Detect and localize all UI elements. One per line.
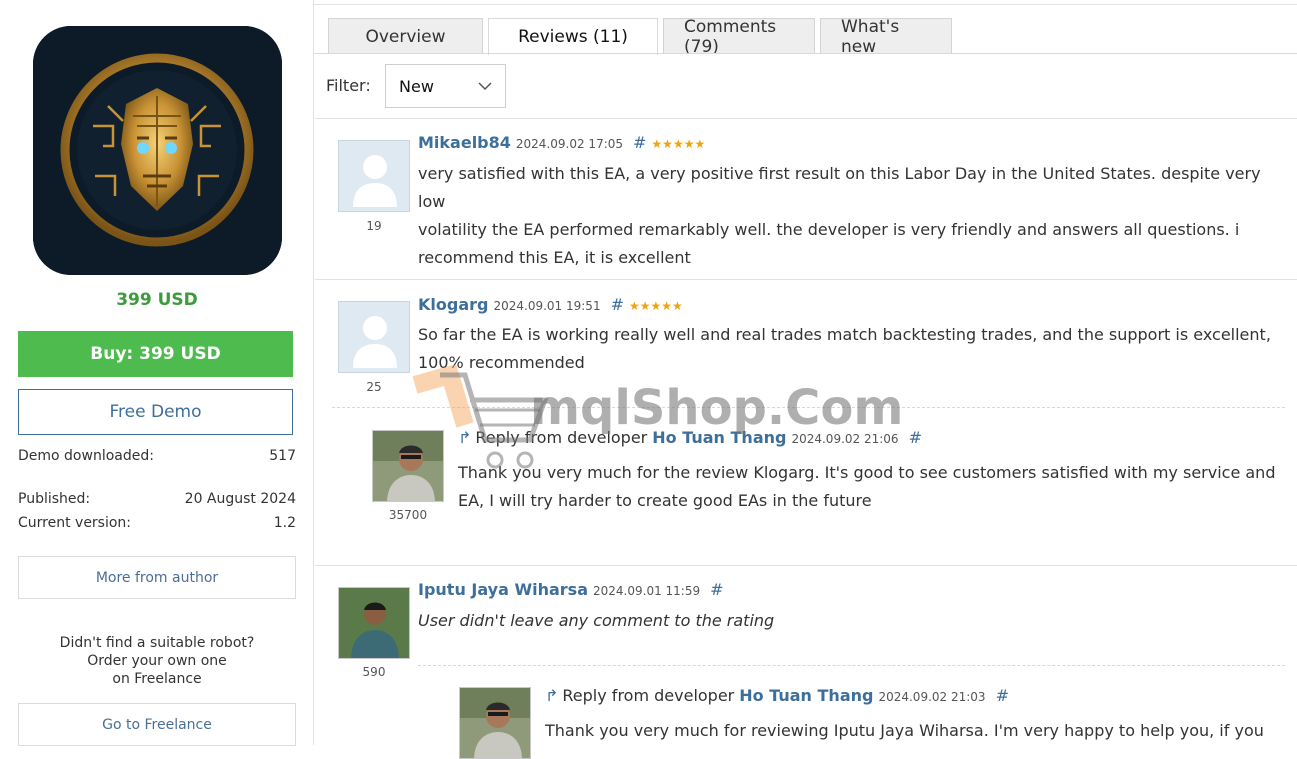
info-label: Published: xyxy=(18,491,91,507)
review-header: Mikaelb84 2024.09.02 17:05 # ★★★★★ xyxy=(418,133,705,152)
review-divider xyxy=(315,279,1297,280)
rating-stars: ★★★★★ xyxy=(628,299,683,313)
review-author[interactable]: Mikaelb84 xyxy=(418,133,511,152)
review-permalink[interactable]: # xyxy=(710,580,723,599)
product-sidebar: 399 USD Buy: 399 USD Free Demo Demo down… xyxy=(0,0,314,746)
review-divider xyxy=(315,565,1297,566)
review-header: Iputu Jaya Wiharsa 2024.09.01 11:59 # xyxy=(418,580,724,599)
reply-header: ↱ Reply from developer Ho Tuan Thang 202… xyxy=(458,428,922,447)
reply-text: Thank you very much for reviewing Iputu … xyxy=(545,717,1290,745)
developer-avatar[interactable] xyxy=(372,430,444,502)
tab-whats-new[interactable]: What's new xyxy=(820,17,952,57)
info-value: 1.2 xyxy=(273,515,296,531)
product-price: 399 USD xyxy=(116,290,198,310)
review-author[interactable]: Iputu Jaya Wiharsa xyxy=(418,580,588,599)
buy-button[interactable]: Buy: 399 USD xyxy=(18,331,293,377)
freelance-line: on Freelance xyxy=(112,671,202,687)
person-photo-icon xyxy=(460,688,530,758)
person-photo-icon xyxy=(339,588,409,658)
review-text: So far the EA is working really well and… xyxy=(418,321,1288,377)
tabs-underline xyxy=(314,53,1297,54)
reply-line: Thank you very much for the review Kloga… xyxy=(458,463,1276,482)
freelance-line: Order your own one xyxy=(87,653,227,669)
review-author[interactable]: Klogarg xyxy=(418,295,488,314)
reply-line: EA, I will try harder to create good EAs… xyxy=(458,491,872,510)
info-value: 20 August 2024 xyxy=(184,491,296,507)
developer-avatar[interactable] xyxy=(459,687,531,759)
review-permalink[interactable]: # xyxy=(611,295,624,314)
reply-date: 2024.09.02 21:03 xyxy=(878,690,986,704)
reply-divider xyxy=(418,665,1285,666)
developer-name[interactable]: Ho Tuan Thang xyxy=(652,428,786,447)
review-date: 2024.09.01 19:51 xyxy=(493,299,601,313)
demo-downloaded-row: Demo downloaded: 517 xyxy=(18,448,296,464)
review-header: Klogarg 2024.09.01 19:51 # ★★★★★ xyxy=(418,295,683,314)
current-version-row: Current version: 1.2 xyxy=(18,515,296,531)
user-silhouette-icon xyxy=(353,316,397,368)
freelance-line: Didn't find a suitable robot? xyxy=(59,635,255,651)
golden-robot-face-icon xyxy=(33,26,282,275)
published-row: Published: 20 August 2024 xyxy=(18,491,296,507)
tab-overview[interactable]: Overview xyxy=(328,18,483,54)
review-line: User didn't leave any comment to the rat… xyxy=(418,611,775,630)
review-text: very satisfied with this EA, a very posi… xyxy=(418,160,1288,272)
more-from-author-link[interactable]: More from author xyxy=(18,556,296,599)
person-photo-icon xyxy=(373,431,443,501)
top-divider xyxy=(314,4,1297,5)
review-line: recommend this EA, it is excellent xyxy=(418,248,691,267)
developer-name[interactable]: Ho Tuan Thang xyxy=(739,686,873,705)
tab-bar: Overview Reviews (11) Comments (79) What… xyxy=(328,17,952,57)
product-logo xyxy=(33,26,282,275)
go-to-freelance-link[interactable]: Go to Freelance xyxy=(18,703,296,746)
review-line: 100% recommended xyxy=(418,353,585,372)
review-count: 25 xyxy=(366,380,382,394)
reply-arrow-icon: ↱ xyxy=(545,686,559,705)
filter-select[interactable]: New xyxy=(385,64,506,108)
reply-permalink[interactable]: # xyxy=(996,686,1009,705)
reviewer-avatar[interactable] xyxy=(338,587,410,659)
review-count: 590 xyxy=(362,665,386,679)
reply-prefix: Reply from developer xyxy=(562,686,735,705)
review-text: User didn't leave any comment to the rat… xyxy=(418,607,1288,635)
tab-comments[interactable]: Comments (79) xyxy=(663,17,815,57)
review-line: volatility the EA performed remarkably w… xyxy=(418,220,1240,239)
reply-line: Thank you very much for reviewing Iputu … xyxy=(545,721,1264,740)
default-avatar-icon[interactable] xyxy=(338,301,410,373)
review-date: 2024.09.01 11:59 xyxy=(593,584,701,598)
rating-stars: ★★★★★ xyxy=(651,137,706,151)
reply-date: 2024.09.02 21:06 xyxy=(791,432,899,446)
reply-arrow-icon: ↱ xyxy=(458,428,472,447)
reply-divider xyxy=(332,407,1285,408)
filter-label: Filter: xyxy=(326,76,371,95)
reply-prefix: Reply from developer xyxy=(475,428,648,447)
chevron-down-icon xyxy=(478,82,492,91)
review-date: 2024.09.02 17:05 xyxy=(515,137,624,151)
developer-count: 35700 xyxy=(388,508,428,522)
review-line: very satisfied with this EA, a very posi… xyxy=(418,164,1261,211)
reply-permalink[interactable]: # xyxy=(909,428,922,447)
review-count: 19 xyxy=(366,219,382,233)
info-label: Demo downloaded: xyxy=(18,448,154,464)
info-label: Current version: xyxy=(18,515,132,531)
review-permalink[interactable]: # xyxy=(633,133,646,152)
review-line: So far the EA is working really well and… xyxy=(418,325,1271,344)
user-silhouette-icon xyxy=(353,155,397,207)
filter-value: New xyxy=(399,76,434,96)
free-demo-button[interactable]: Free Demo xyxy=(18,389,293,435)
reply-header: ↱ Reply from developer Ho Tuan Thang 202… xyxy=(545,686,1009,705)
reviews-divider xyxy=(315,118,1297,119)
default-avatar-icon[interactable] xyxy=(338,140,410,212)
reply-text: Thank you very much for the review Kloga… xyxy=(458,459,1288,515)
tab-reviews[interactable]: Reviews (11) xyxy=(488,18,658,55)
freelance-prompt: Didn't find a suitable robot? Order your… xyxy=(0,634,314,688)
info-value: 517 xyxy=(269,448,296,464)
